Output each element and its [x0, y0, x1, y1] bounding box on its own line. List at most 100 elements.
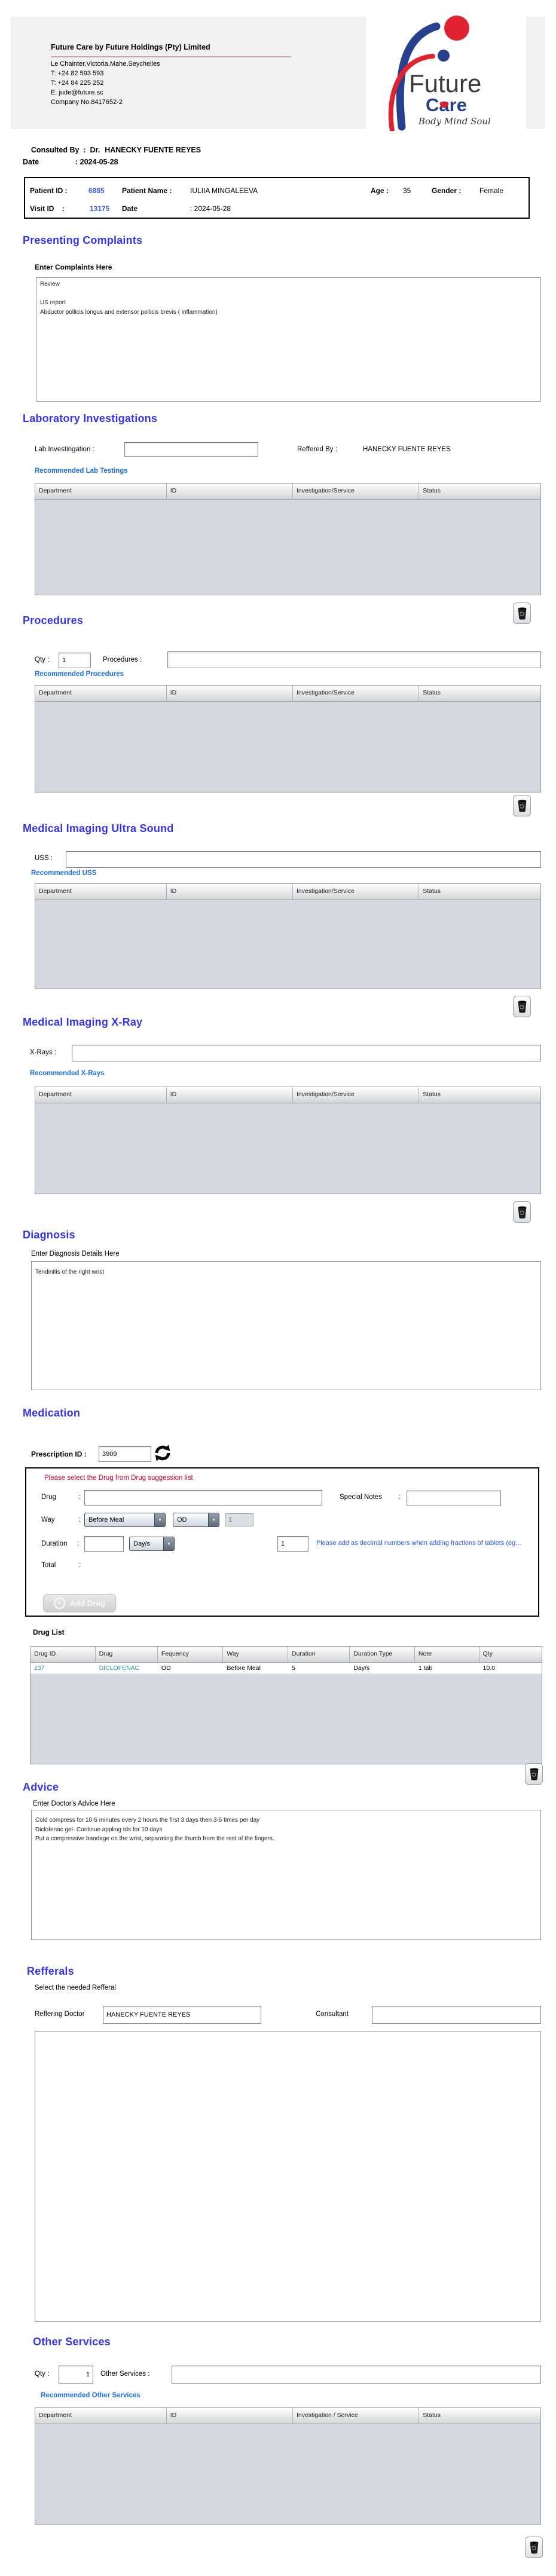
consultant-label: Consultant: [316, 2011, 349, 2018]
drug-colon: :: [79, 1494, 81, 1501]
delete-xray-item-button[interactable]: [513, 1201, 531, 1223]
date-row: Date: 2024-05-28: [23, 158, 118, 166]
col-investigation: Investigation / Service: [293, 2408, 420, 2424]
ultrasound-heading: Medical Imaging Ultra Sound: [23, 822, 174, 834]
tablet-qty-input[interactable]: [277, 1536, 308, 1552]
col-department: Department: [35, 884, 167, 900]
delete-other-service-item-button[interactable]: [525, 2537, 543, 2558]
recommended-uss-link[interactable]: Recommended USS: [31, 870, 96, 877]
col-department: Department: [35, 686, 167, 701]
other-services-input[interactable]: [172, 2366, 541, 2384]
uss-table-body[interactable]: [35, 900, 540, 989]
other-services-heading: Other Services: [33, 2336, 111, 2348]
company-email: E: jude@future.sc: [51, 89, 103, 96]
col-note: Note: [415, 1647, 479, 1662]
col-id: ID: [167, 884, 293, 900]
advice-textarea[interactable]: Cold compress for 10-5 minutes every 2 h…: [31, 1810, 541, 1940]
lab-investigations-heading: Laboratory Investigations: [23, 412, 158, 424]
delete-lab-item-button[interactable]: [513, 602, 531, 624]
drug-list-label: Drug List: [33, 1628, 65, 1636]
gender-value: Female: [479, 186, 504, 195]
visit-date-value: : 2024-05-28: [190, 204, 231, 213]
drug-row[interactable]: 237 DICLOFENAC OD Before Meal 5 Day/s 1 …: [30, 1663, 542, 1674]
delete-uss-item-button[interactable]: [513, 996, 531, 1017]
refresh-prescription-id-button[interactable]: [153, 1444, 172, 1463]
drug-row-name: DICLOFENAC: [99, 1665, 140, 1672]
lab-investigation-input[interactable]: [124, 442, 258, 457]
refresh-icon: [155, 1445, 170, 1461]
duration-type-dropdown[interactable]: Day/s ▼: [129, 1537, 175, 1551]
drug-row-duration-type: Day/s: [353, 1665, 370, 1672]
delete-procedure-item-button[interactable]: [513, 795, 531, 816]
prescription-id-input[interactable]: [99, 1446, 151, 1462]
col-drug-id: Drug ID: [30, 1647, 96, 1662]
drug-row-qty: 10.0: [482, 1665, 496, 1672]
total-label: Total: [41, 1562, 56, 1569]
lab-table-body[interactable]: [35, 500, 540, 595]
col-duration: Duration: [288, 1647, 350, 1662]
frequency-value: OD: [177, 1516, 187, 1523]
lab-table: Department ID Investigation/Service Stat…: [35, 483, 541, 595]
drug-row-way: Before Meal: [227, 1665, 261, 1672]
drug-table-body[interactable]: [30, 1674, 542, 1764]
diagnosis-textarea[interactable]: Tendinitis of the right wrist: [31, 1261, 541, 1390]
recommended-other-services-link[interactable]: Recommended Other Services: [41, 2392, 140, 2399]
xray-label: X-Rays :: [30, 1049, 57, 1056]
meal-timing-value: Before Meal: [88, 1516, 124, 1523]
medication-heading: Medication: [23, 1407, 81, 1419]
date-value: : 2024-05-28: [75, 158, 118, 166]
procedures-qty-input[interactable]: [59, 653, 91, 668]
consultant-input[interactable]: [372, 2006, 541, 2024]
patient-name-value: IULIIA MINGALEEVA: [190, 186, 258, 195]
referral-list-box[interactable]: [35, 2031, 541, 2322]
uss-input[interactable]: [66, 851, 541, 868]
drug-row-duration: 5: [291, 1665, 295, 1672]
col-investigation: Investigation/Service: [293, 884, 420, 900]
recommended-xrays-link[interactable]: Recommended X-Rays: [30, 1070, 105, 1077]
xray-table-body[interactable]: [35, 1103, 540, 1194]
col-duration-type: Duration Type: [350, 1647, 415, 1662]
consultation-form-page: Future Care by Future Holdings (Pty) Lim…: [0, 0, 556, 2576]
col-department: Department: [35, 1087, 167, 1103]
duration-input[interactable]: [84, 1536, 124, 1552]
xray-input[interactable]: [72, 1045, 541, 1061]
recommended-procedures-link[interactable]: Recommended Procedures: [35, 671, 124, 678]
xray-table: Department ID Investigation/Service Stat…: [35, 1087, 541, 1194]
title-underline: [51, 56, 291, 57]
uss-table-header: Department ID Investigation/Service Stat…: [35, 884, 540, 900]
other-qty-input[interactable]: [59, 2366, 93, 2384]
lab-investigation-label: Lab Investingation :: [35, 446, 94, 453]
diagnosis-sublabel: Enter Diagnosis Details Here: [31, 1250, 120, 1258]
other-table-body[interactable]: [35, 2424, 540, 2524]
col-status: Status: [423, 689, 441, 696]
drug-row-id: 237: [34, 1665, 45, 1672]
delete-drug-item-button[interactable]: [525, 1763, 543, 1785]
other-services-table: Department ID Investigation / Service St…: [35, 2407, 541, 2525]
drug-entry-box: Please select the Drug from Drug suggess…: [25, 1467, 539, 1617]
patient-name-label: Patient Name :: [122, 186, 172, 195]
referring-doctor-input[interactable]: [103, 2006, 261, 2024]
chevron-down-icon: ▼: [208, 1513, 219, 1526]
procedures-input[interactable]: [167, 651, 541, 668]
special-notes-input[interactable]: [407, 1491, 501, 1506]
lab-table-header: Department ID Investigation/Service Stat…: [35, 484, 540, 500]
trash-icon: [529, 1767, 539, 1780]
procedures-heading: Procedures: [23, 614, 84, 626]
procedures-table-body[interactable]: [35, 702, 540, 792]
drug-label: Drug: [41, 1494, 56, 1501]
presenting-complaints-heading: Presenting Complaints: [23, 234, 143, 246]
drug-input[interactable]: [84, 1490, 322, 1506]
procedures-table: Department ID Investigation/Service Stat…: [35, 685, 541, 793]
meal-timing-dropdown[interactable]: Before Meal ▼: [84, 1513, 166, 1527]
complaints-textarea[interactable]: Review US report Abductor pollicis longu…: [36, 277, 541, 402]
procedures-qty-label: Qty :: [35, 656, 50, 663]
recommended-lab-testings-link[interactable]: Recommended Lab Testings: [35, 467, 128, 475]
other-qty-label: Qty :: [35, 2370, 50, 2378]
visit-id-label: Visit ID :: [30, 204, 65, 213]
visit-date-label: Date: [122, 204, 138, 213]
duration-type-value: Day/s: [133, 1540, 151, 1547]
col-id: ID: [167, 2408, 293, 2424]
diagnosis-heading: Diagnosis: [23, 1229, 75, 1241]
add-drug-button[interactable]: + Add Drug: [43, 1594, 116, 1612]
frequency-dropdown[interactable]: OD ▼: [173, 1513, 219, 1527]
